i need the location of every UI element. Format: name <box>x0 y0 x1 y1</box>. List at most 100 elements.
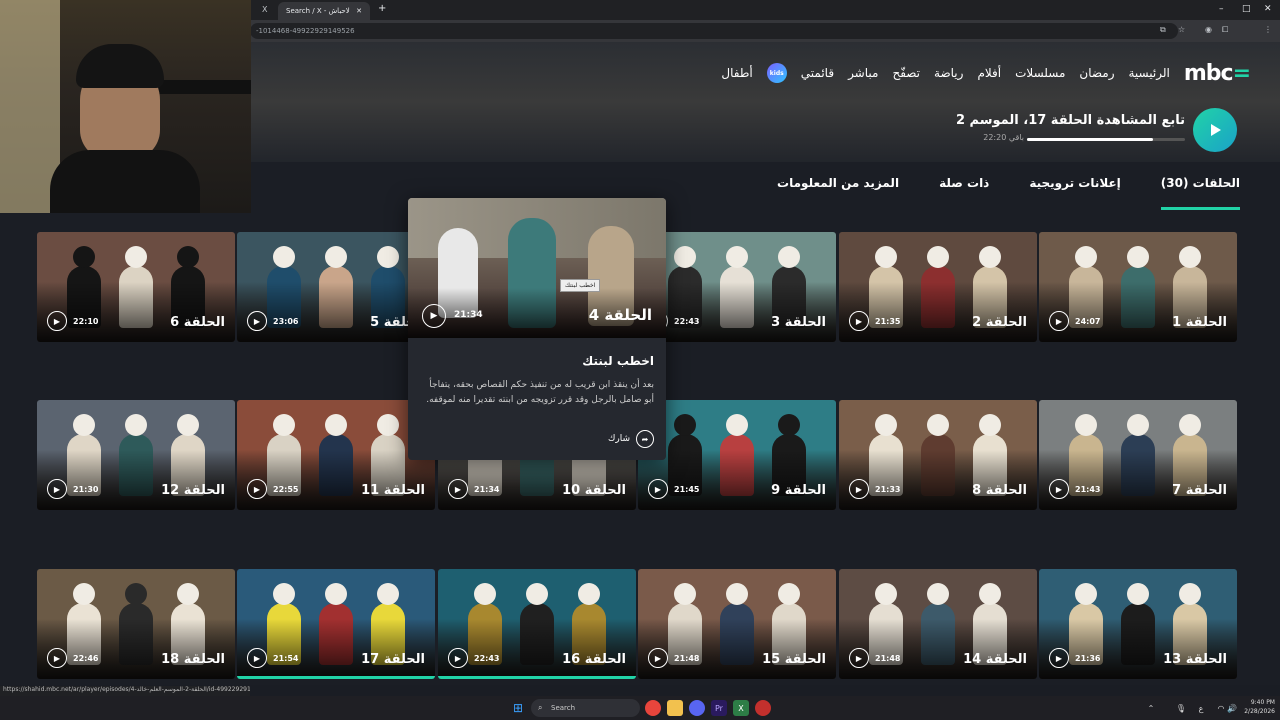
taskbar-search[interactable]: ⌕ Search <box>531 699 640 717</box>
thumbnail-head <box>1179 246 1201 268</box>
thumbnail-head <box>526 583 548 605</box>
play-button[interactable]: ▶ <box>1049 648 1069 668</box>
thumbnail-head <box>674 246 696 268</box>
episode-card[interactable]: الحلقة 2 ▶ 21:35 <box>839 232 1037 342</box>
play-button[interactable]: ▶ <box>247 311 267 331</box>
mbc-logo[interactable]: mbc= <box>1184 61 1251 86</box>
card-overlay <box>37 449 235 510</box>
episode-card[interactable]: الحلقة 9 ▶ 21:45 <box>638 400 836 510</box>
episode-title: الحلقة 6 <box>170 315 225 330</box>
thumbnail-head <box>1179 414 1201 436</box>
nav-sports[interactable]: رياضة <box>934 66 963 80</box>
tab-promos[interactable]: إعلانات ترويجية <box>1029 176 1120 210</box>
episode-title: الحلقة 1 <box>1172 315 1227 330</box>
close-tab-icon[interactable]: ✕ <box>356 7 362 15</box>
episode-title: الحلقة 10 <box>562 483 626 498</box>
thumbnail-head <box>927 583 949 605</box>
nav-browse[interactable]: تصفّح <box>892 66 920 80</box>
play-button[interactable]: ▶ <box>648 648 668 668</box>
episode-card[interactable]: الحلقة 8 ▶ 21:33 <box>839 400 1037 510</box>
episode-card[interactable]: الحلقة 12 ▶ 21:30 <box>37 400 235 510</box>
thumbnail-head <box>325 414 347 436</box>
card-overlay <box>438 618 636 679</box>
folder-icon[interactable] <box>667 700 683 716</box>
tab-more-info[interactable]: المزيد من المعلومات <box>777 176 899 210</box>
continue-watching-title[interactable]: تابع المشاهدة الحلقة 17، الموسم 2 <box>900 113 1185 128</box>
tab-episodes[interactable]: الحلقات (30) <box>1160 176 1240 210</box>
maximize-button[interactable]: □ <box>1242 4 1251 14</box>
play-button[interactable]: ▶ <box>849 311 869 331</box>
extension-icon[interactable]: ◉ <box>1205 25 1212 34</box>
play-button[interactable]: ▶ <box>47 311 67 331</box>
play-button[interactable]: ▶ <box>448 479 468 499</box>
episode-card[interactable]: الحلقة 14 ▶ 21:48 <box>839 569 1037 679</box>
card-overlay <box>839 618 1037 679</box>
episode-card[interactable]: الحلقة 1 ▶ 24:07 <box>1039 232 1237 342</box>
episode-card[interactable]: الحلقة 15 ▶ 21:48 <box>638 569 836 679</box>
episode-card[interactable]: الحلقة 6 ▶ 22:10 <box>37 232 235 342</box>
play-button[interactable]: ▶ <box>648 479 668 499</box>
episode-card[interactable]: الحلقة 13 ▶ 21:36 <box>1039 569 1237 679</box>
episode-card[interactable]: الحلقة 18 ▶ 22:46 <box>37 569 235 679</box>
windows-start-icon[interactable]: ⊞ <box>510 700 526 716</box>
premiere-icon[interactable]: Pr <box>711 700 727 716</box>
tray-chevron-icon[interactable]: ⌃ <box>1143 700 1159 716</box>
x-tab-icon[interactable]: X <box>262 5 267 14</box>
play-button[interactable]: ▶ <box>247 479 267 499</box>
url-field[interactable]: -1014468-49922929149526 <box>250 23 1178 39</box>
menu-dots-icon[interactable]: ⋮ <box>1264 25 1272 34</box>
browser-tab[interactable]: Search / X - خالد الاحباش ✕ <box>278 2 370 20</box>
thumbnail-head <box>177 246 199 268</box>
episode-card[interactable]: الحلقة 3▶22:43 <box>638 232 836 342</box>
lang-indicator[interactable]: ع <box>1193 700 1209 716</box>
card-overlay <box>37 281 235 342</box>
puzzle-icon[interactable]: ⧠ <box>1222 25 1228 35</box>
play-button[interactable]: ▶ <box>422 304 446 328</box>
nav-ramadan[interactable]: رمضان <box>1079 66 1114 80</box>
play-button[interactable]: ▶ <box>849 648 869 668</box>
play-button[interactable]: ▶ <box>448 648 468 668</box>
bookmark-star-icon[interactable]: ☆ <box>1178 25 1185 34</box>
minimize-button[interactable]: – <box>1219 4 1224 14</box>
excel-icon[interactable]: X <box>733 700 749 716</box>
clock[interactable]: 9:40 PM 2/28/2026 <box>1235 698 1275 716</box>
play-button[interactable]: ▶ <box>247 648 267 668</box>
episode-preview-popup[interactable]: ▶ 21:34 الحلقة 4 اخطب لبنتك بعد أن ينقذ … <box>408 198 666 460</box>
nav-my-list[interactable]: قائمتي <box>801 66 834 80</box>
thumbnail-head <box>927 414 949 436</box>
play-icon <box>1211 124 1221 136</box>
episode-title: الحلقة 17 <box>361 652 425 667</box>
cast-icon[interactable]: ⧉ <box>1160 25 1166 35</box>
mic-icon[interactable]: 🎙 <box>1173 700 1189 716</box>
preview-thumbnail[interactable]: ▶ 21:34 الحلقة 4 <box>408 198 666 338</box>
play-button[interactable]: ▶ <box>1049 311 1069 331</box>
episode-card[interactable]: الحلقة 7 ▶ 21:43 <box>1039 400 1237 510</box>
card-overlay <box>638 449 836 510</box>
thumbnail-head <box>674 414 696 436</box>
episode-card[interactable]: الحلقة 11 ▶ 22:55 <box>237 400 435 510</box>
record-icon[interactable] <box>755 700 771 716</box>
play-button[interactable]: ▶ <box>1049 479 1069 499</box>
nav-live[interactable]: مباشر <box>848 66 878 80</box>
share-button[interactable]: شارك ➦ <box>608 430 654 448</box>
play-button[interactable]: ▶ <box>47 648 67 668</box>
episode-card[interactable]: الحلقة 17 ▶ 21:54 <box>237 569 435 679</box>
play-button[interactable]: ▶ <box>47 479 67 499</box>
continue-play-button[interactable] <box>1193 108 1237 152</box>
chrome-icon[interactable] <box>645 700 661 716</box>
main-nav: mbc= الرئيسية رمضان مسلسلات أفلام رياضة … <box>700 60 1251 86</box>
tab-related[interactable]: ذات صلة <box>939 176 989 210</box>
nav-series[interactable]: مسلسلات <box>1015 66 1065 80</box>
close-window-button[interactable]: ✕ <box>1264 4 1272 14</box>
nav-movies[interactable]: أفلام <box>977 66 1001 80</box>
thumbnail-head <box>377 246 399 268</box>
play-button[interactable]: ▶ <box>849 479 869 499</box>
taskbar <box>0 696 1280 720</box>
nav-kids[interactable]: أطفال <box>721 66 752 80</box>
kids-badge[interactable]: kids <box>766 63 787 83</box>
nav-home[interactable]: الرئيسية <box>1129 66 1170 80</box>
new-tab-button[interactable]: + <box>378 3 386 14</box>
discord-icon[interactable] <box>689 700 705 716</box>
episode-card[interactable]: الحلقة 16 ▶ 22:43 <box>438 569 636 679</box>
episode-card[interactable]: الحلقة 5 ▶ 23:06 <box>237 232 435 342</box>
